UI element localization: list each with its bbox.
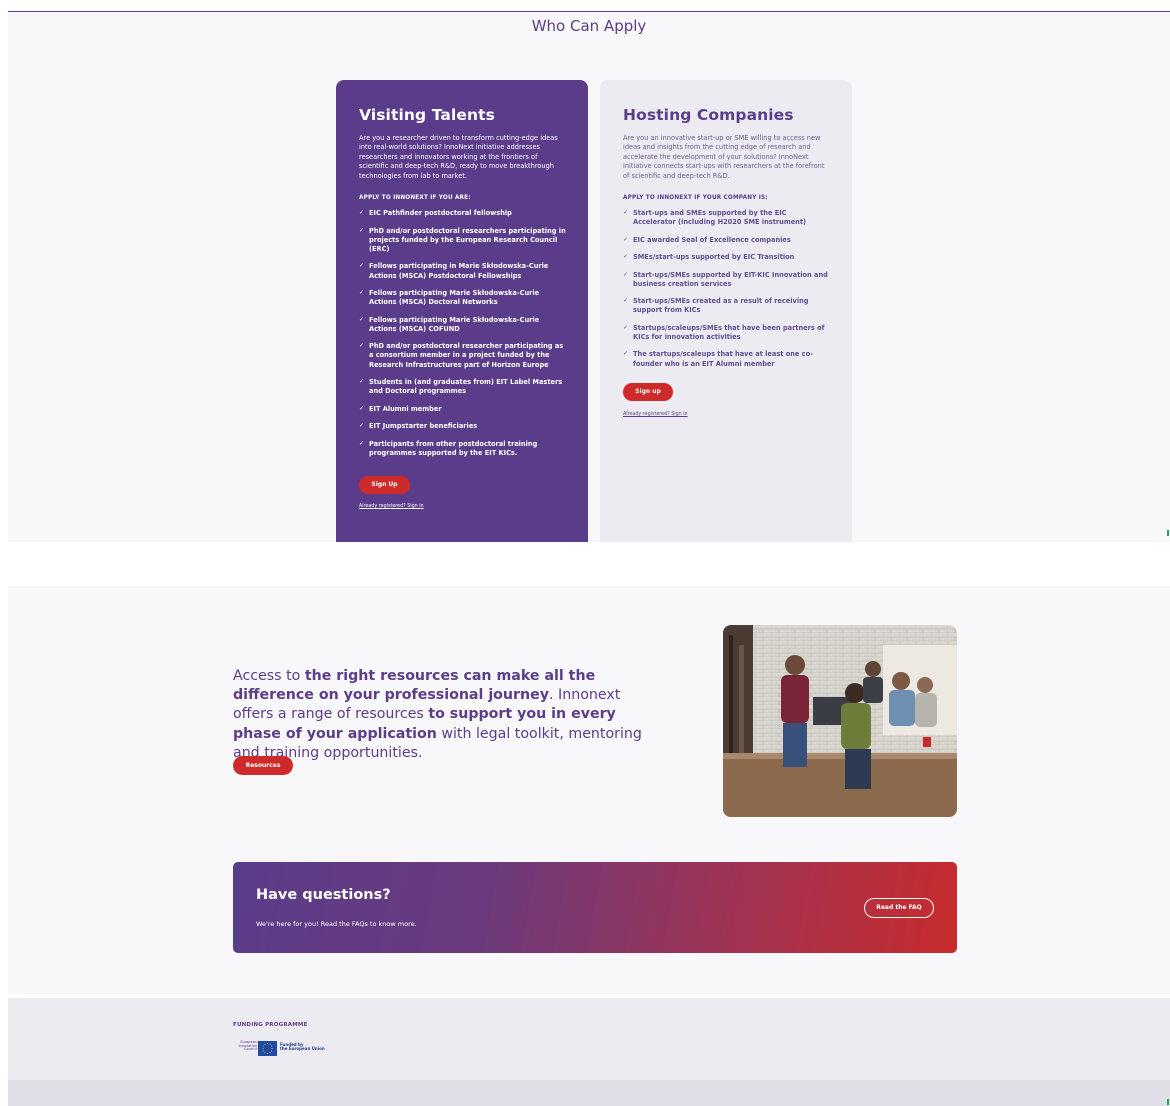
list-item: ✓ Start-ups/SMEs created as a result of r… bbox=[623, 297, 809, 315]
funding-programme-label: FUNDING PROGRAMME bbox=[233, 1022, 308, 1028]
check-icon: ✓ bbox=[359, 378, 365, 386]
list-item: ✓ PhD and/or postdoctoral researcher part… bbox=[359, 342, 564, 369]
eic-logo-text: European Innovation Council bbox=[238, 1040, 257, 1052]
check-icon: ✓ bbox=[623, 350, 629, 358]
section-title: Who Can Apply bbox=[531, 17, 647, 35]
read-faq-button[interactable]: Read the FAQ bbox=[864, 898, 934, 918]
check-icon: ✓ bbox=[623, 323, 629, 331]
card-intro: Are you a researcher driven to transform… bbox=[359, 134, 558, 180]
list-item: ✓ Start-ups/SMEs supported by EIT-KIC Inn… bbox=[623, 270, 828, 288]
signup-button[interactable]: Sign up bbox=[623, 383, 673, 402]
list-item: ✓ PhD and/or postdoctoral researchers par… bbox=[359, 226, 566, 253]
check-icon: ✓ bbox=[359, 404, 365, 412]
card-title: Hosting Companies bbox=[623, 106, 794, 124]
who-can-apply-section bbox=[8, 12, 1170, 542]
signin-link[interactable]: Already registered? Sign in bbox=[623, 412, 830, 417]
check-icon: ✓ bbox=[623, 235, 629, 243]
eligibility-list: ✓ EIC Pathfinder postdoctoral fellowship … bbox=[359, 209, 566, 458]
signin-link[interactable]: Already registered? Sign in bbox=[359, 504, 566, 509]
check-icon: ✓ bbox=[623, 253, 629, 261]
list-item: ✓ Fellows participating in Marie Skłodows… bbox=[359, 262, 549, 280]
check-icon: ✓ bbox=[359, 288, 365, 296]
card-intro: Are you an innovative start-up or SME wi… bbox=[623, 134, 825, 180]
visiting-talents-card: Visiting Talents Are you a researcher dr… bbox=[336, 80, 588, 542]
apply-label: APPLY TO INNONEXT IF YOU ARE: bbox=[359, 195, 471, 202]
list-item: ✓ Students in (and graduates from) EIT La… bbox=[359, 378, 563, 396]
resources-button[interactable]: Resources bbox=[233, 756, 293, 775]
check-icon: ✓ bbox=[359, 342, 365, 350]
photo-illustration bbox=[723, 625, 957, 817]
scroll-indicator bbox=[1167, 1099, 1169, 1105]
list-item: ✓ Startups/scaleups/SMEs that have been p… bbox=[623, 323, 825, 342]
apply-label: APPLY TO INNONEXT IF YOUR COMPANY IS: bbox=[623, 195, 768, 202]
eligibility-list: ✓ Start-ups and SMEs supported by the EIC… bbox=[623, 209, 830, 369]
faq-banner: Have questions? We're here for you! Read… bbox=[233, 862, 957, 953]
scroll-indicator bbox=[1167, 530, 1169, 536]
list-item: ✓ EIC Pathfinder postdoctoral fellowship bbox=[359, 209, 512, 218]
list-item: ✓ Participants from other postdoctoral tr… bbox=[359, 439, 538, 457]
faq-subtitle: We're here for you! Read the FAQs to kno… bbox=[256, 920, 417, 928]
signup-button[interactable]: Sign Up bbox=[359, 476, 410, 495]
check-icon: ✓ bbox=[359, 262, 365, 270]
card-title: Visiting Talents bbox=[359, 106, 495, 124]
list-item: ✓ Fellows participating Marie Skłodowska-… bbox=[359, 315, 540, 333]
list-item: ✓ EIT Jumpstarter beneficiaries bbox=[359, 422, 478, 431]
check-icon: ✓ bbox=[359, 209, 365, 217]
check-icon: ✓ bbox=[359, 226, 365, 234]
check-icon: ✓ bbox=[359, 422, 365, 430]
resources-text: Access to the right resources can make a… bbox=[233, 668, 642, 761]
list-item: ✓ SMEs/start-ups supported by EIC Transit… bbox=[623, 253, 795, 262]
list-item: ✓ Start-ups and SMEs supported by the EIC… bbox=[623, 209, 807, 227]
list-item: ✓ EIT Alumni member bbox=[359, 404, 442, 413]
list-item: ✓ EIC awarded Seal of Excellence companie… bbox=[623, 235, 791, 244]
check-icon: ✓ bbox=[623, 297, 629, 305]
check-icon: ✓ bbox=[623, 270, 629, 278]
list-item: ✓ The startups/scaleups that have at leas… bbox=[623, 350, 813, 368]
hosting-companies-card: Hosting Companies Are you an innovative … bbox=[600, 80, 852, 542]
list-item: ✓ Fellows participating Marie Skłodowska-… bbox=[359, 288, 540, 307]
check-icon: ✓ bbox=[623, 209, 629, 217]
eu-funded-text: Funded by the European Union bbox=[280, 1042, 325, 1052]
eu-flag-icon bbox=[258, 1041, 277, 1056]
footer-bottom-bar bbox=[8, 1080, 1170, 1106]
office-team-photo bbox=[723, 625, 957, 817]
check-icon: ✓ bbox=[359, 439, 365, 447]
check-icon: ✓ bbox=[359, 315, 365, 323]
footer bbox=[8, 998, 1170, 1080]
faq-title: Have questions? bbox=[256, 887, 391, 903]
